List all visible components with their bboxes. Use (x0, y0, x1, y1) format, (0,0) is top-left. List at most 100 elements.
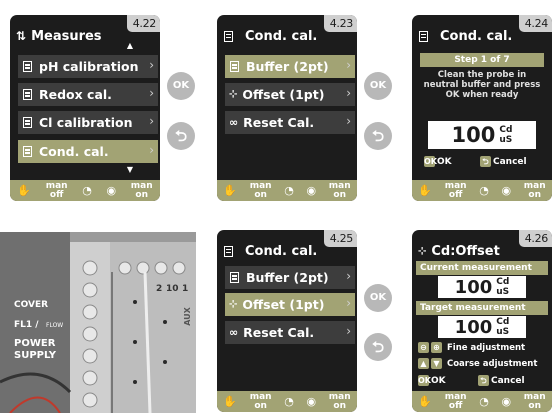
chevron-right-icon: › (149, 143, 154, 157)
menu-item-ph-calibration[interactable]: pH calibration › (18, 55, 158, 78)
bulb-icon: ◉ (306, 184, 317, 197)
label-cover: COVER (14, 300, 49, 310)
sort-arrows-icon: ⇅ (16, 29, 27, 43)
scroll-down-icon: ▼ (126, 165, 133, 174)
figure-label: 4.24 (518, 15, 552, 32)
status-footer: ✋ man off ◔ ◉ man on (10, 180, 160, 201)
ok-action[interactable]: OKOK (418, 375, 446, 386)
link-icon: ∞ (229, 326, 239, 339)
current-measurement-display: 100 Cd uS (438, 276, 526, 298)
menu-item-cond-cal[interactable]: Cond. cal. › (18, 140, 158, 163)
figure-label: 4.26 (518, 230, 552, 247)
screen-title: Cond. cal. (223, 25, 317, 47)
document-icon (22, 88, 34, 101)
bulb-icon: ◉ (306, 395, 317, 408)
chevron-right-icon: › (346, 296, 351, 310)
manual-status: man off (444, 391, 467, 411)
measurement-display: 100 Cd uS (428, 121, 536, 149)
back-button[interactable]: ⮌ (364, 333, 392, 361)
chevron-right-icon: › (149, 86, 154, 100)
ok-button[interactable]: OK (167, 72, 195, 100)
screen-cond-cal-offset: 4.25 Cond. cal. Buffer (2pt) › ⊹ Offset … (217, 230, 357, 412)
manual-status: man off (444, 180, 467, 200)
chevron-right-icon: › (149, 58, 154, 72)
screen-cond-cal: 4.23 Cond. cal. Buffer (2pt) › ⊹ Offset … (217, 15, 357, 201)
menu-item-reset[interactable]: ∞ Reset Cal. › (225, 321, 355, 344)
ok-button[interactable]: OK (364, 284, 392, 312)
manual-status: man on (249, 391, 272, 411)
screen-title: ⇅ Measures (16, 25, 102, 47)
ok-action[interactable]: OKOK (424, 156, 452, 167)
link-icon: ∞ (229, 116, 239, 129)
coarse-adjustment-hint: ▲ ▼ Coarse adjustment (418, 358, 537, 369)
menu-item-buffer[interactable]: Buffer (2pt) › (225, 266, 355, 289)
signal-icon: ◔ (479, 184, 489, 197)
label-supply: SUPPLY (14, 350, 57, 361)
manual-status: man on (523, 391, 546, 411)
screen-title: Cond. cal. (223, 240, 317, 262)
hand-icon: ✋ (223, 184, 238, 197)
menu-item-reset[interactable]: ∞ Reset Cal. › (225, 111, 355, 134)
document-icon (229, 271, 241, 284)
bulb-icon: ◉ (501, 184, 512, 197)
title-text: Measures (31, 28, 102, 44)
screen-title: ⊹ Cd:Offset (418, 243, 500, 259)
chevron-right-icon: › (346, 86, 351, 100)
up-key-icon: ▲ (418, 358, 429, 369)
signal-icon: ◔ (284, 184, 294, 197)
bulb-icon: ◉ (501, 395, 512, 408)
menu-item-cl-calibration[interactable]: Cl calibration › (18, 111, 158, 134)
document-icon (223, 245, 235, 258)
menu-item-buffer[interactable]: Buffer (2pt) › (225, 55, 355, 78)
back-button[interactable]: ⮌ (167, 122, 195, 150)
document-icon (22, 60, 34, 73)
label-power: POWER (14, 338, 56, 349)
menu-item-offset[interactable]: ⊹ Offset (1pt) › (225, 293, 355, 316)
signal-icon: ◔ (284, 395, 294, 408)
scroll-up-icon: ▲ (126, 41, 133, 50)
chevron-right-icon: › (346, 58, 351, 72)
chevron-right-icon: › (346, 269, 351, 283)
document-icon (22, 145, 34, 158)
screen-title: Cond. cal. (418, 25, 512, 47)
bulb-icon: ◉ (106, 184, 117, 197)
current-measurement-label: Current measurement (416, 261, 548, 275)
ok-button[interactable]: OK (364, 72, 392, 100)
manual-status: man on (130, 180, 153, 200)
cancel-action[interactable]: ⮌ Cancel (478, 375, 525, 386)
chevron-right-icon: › (346, 324, 351, 338)
back-key-icon: ⮌ (478, 375, 489, 386)
label-terminal-10: 10 (166, 284, 179, 294)
document-icon (229, 60, 241, 73)
signal-icon: ◔ (479, 395, 489, 408)
back-button[interactable]: ⮌ (364, 122, 392, 150)
screen-measures: 4.22 ⇅ Measures ▲ pH calibration › Redox… (10, 15, 160, 201)
terminal-block-photo: COVER FL1 / FLOW POWER SUPPLY AUX 2 10 1 (0, 232, 196, 413)
document-icon (418, 30, 430, 43)
probe-icon: ⊹ (229, 89, 238, 100)
hand-icon: ✋ (418, 395, 433, 408)
label-terminal-1: 1 (182, 284, 189, 294)
ok-key-icon: OK (418, 375, 431, 386)
back-key-icon: ⮌ (480, 156, 491, 167)
label-terminal-2: 2 (156, 284, 163, 294)
signal-icon: ◔ (82, 184, 92, 197)
status-footer: ✋ man off ◔ ◉ man on (412, 180, 552, 201)
cancel-action[interactable]: ⮌ Cancel (480, 156, 527, 167)
menu-item-redox-cal[interactable]: Redox cal. › (18, 83, 158, 106)
document-icon (223, 30, 235, 43)
probe-icon: ⊹ (229, 299, 238, 310)
manual-status: man on (523, 180, 546, 200)
menu-item-offset[interactable]: ⊹ Offset (1pt) › (225, 83, 355, 106)
manual-status: man on (249, 180, 272, 200)
label-aux: AUX (182, 307, 192, 326)
hand-icon: ✋ (17, 184, 32, 197)
label-fl1: FL1 / (14, 320, 39, 330)
down-key-icon: ▼ (431, 358, 442, 369)
minus-key-icon: ⊖ (418, 342, 429, 353)
figure-label: 4.25 (323, 230, 357, 247)
step-indicator: Step 1 of 7 (420, 53, 544, 67)
target-measurement-input[interactable]: 100 Cd uS (438, 316, 526, 338)
screen-cd-offset: 4.26 ⊹ Cd:Offset Current measurement 100… (412, 230, 552, 412)
manual-status: man on (328, 391, 351, 411)
